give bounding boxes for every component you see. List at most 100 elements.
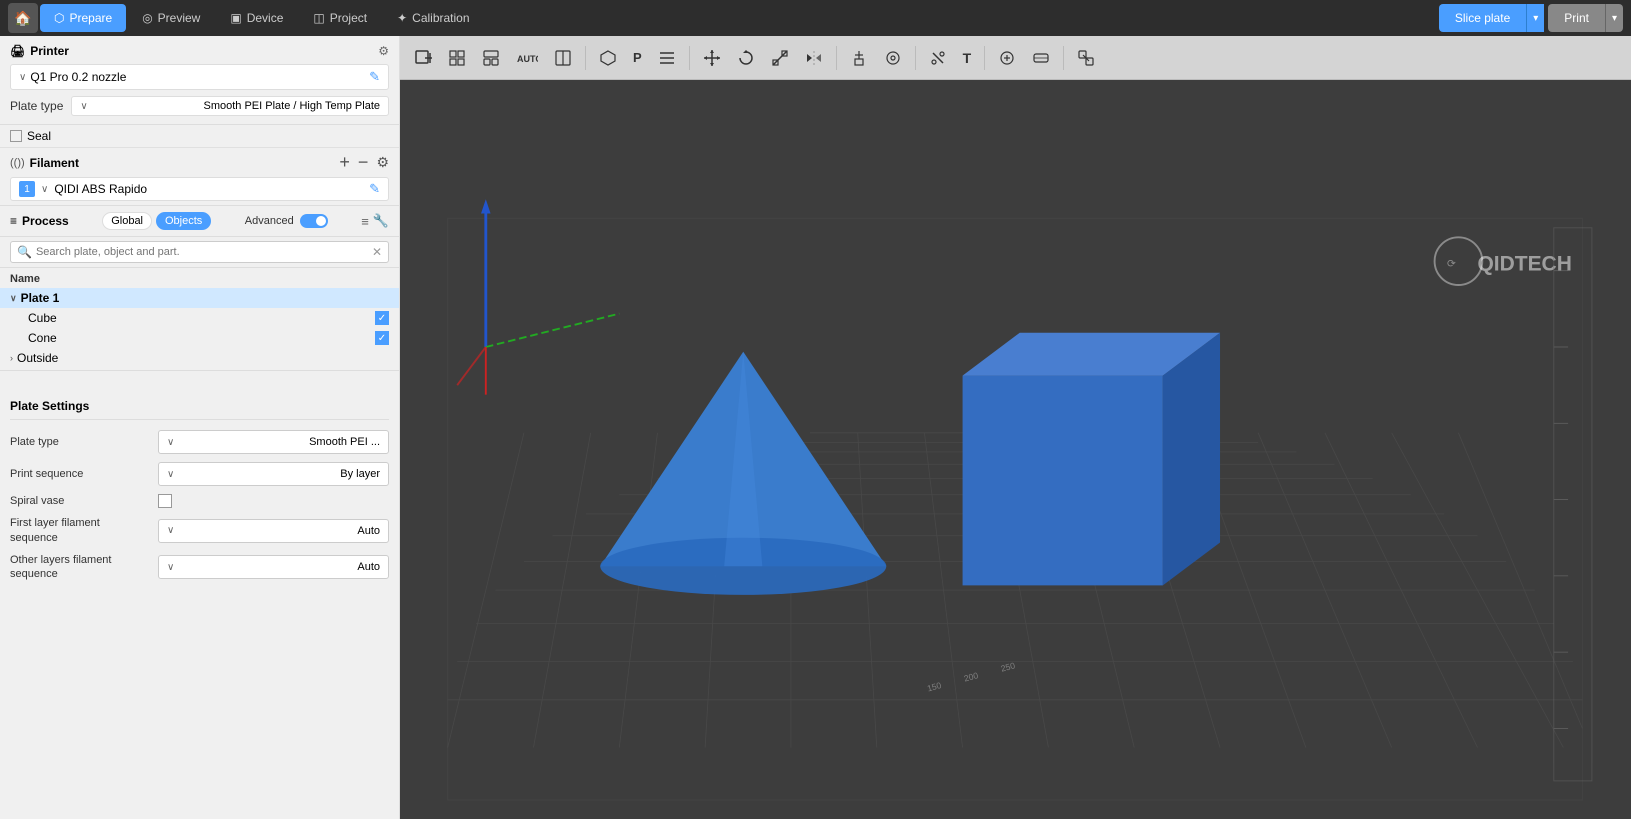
tab-preview[interactable]: ◎ Preview <box>128 4 214 32</box>
slice-plate-dropdown-arrow[interactable]: ▾ <box>1526 4 1544 32</box>
toolbar-cut-button[interactable] <box>923 45 953 71</box>
toolbar-support-button[interactable] <box>844 45 874 71</box>
printer-section: 🖨 Printer ⚙ ∨ Q1 Pro 0.2 nozzle ✎ Plate … <box>0 36 399 125</box>
filament-spool-icon: (()) <box>10 157 25 169</box>
cube-checkbox[interactable]: ✓ <box>375 311 389 325</box>
svg-text:⟳: ⟳ <box>1447 259 1456 270</box>
search-row: 🔍 ✕ <box>0 237 399 268</box>
process-label: Process <box>22 214 69 228</box>
first-layer-dropdown[interactable]: ∨ Auto <box>158 519 389 543</box>
seal-row: Seal <box>0 125 399 148</box>
tab-device-label: Device <box>247 11 284 25</box>
settings-print-sequence-control: ∨ By layer <box>158 462 389 486</box>
printer-settings-icon[interactable]: ⚙ <box>378 44 389 58</box>
print-sequence-dropdown[interactable]: ∨ By layer <box>158 462 389 486</box>
cone-label: Cone <box>28 331 371 345</box>
tree-item-cone[interactable]: Cone ✓ <box>0 328 399 348</box>
filament-add-button[interactable]: + <box>339 152 350 173</box>
search-input[interactable] <box>36 246 368 258</box>
filament-settings-icon[interactable]: ⚙ <box>376 154 389 171</box>
settings-row-print-sequence: Print sequence ∨ By layer <box>10 462 389 486</box>
toolbar-extra2-button[interactable] <box>1026 45 1056 71</box>
tree-item-plate1[interactable]: ∨ Plate 1 <box>0 288 399 308</box>
3d-canvas[interactable]: QIDTECH ⟳ 1 250 200 150 <box>400 80 1631 819</box>
advanced-row: Advanced <box>245 214 328 228</box>
viewport[interactable]: AUTO P <box>400 36 1631 819</box>
process-tab-global[interactable]: Global <box>102 212 152 230</box>
settings-row-plate-type: Plate type ∨ Smooth PEI ... <box>10 430 389 454</box>
search-clear-button[interactable]: ✕ <box>372 245 382 259</box>
settings-plate-type-control: ∨ Smooth PEI ... <box>158 430 389 454</box>
printer-title: 🖨 Printer <box>10 44 69 58</box>
filament-section: (()) Filament + − ⚙ 1 ∨ QIDI ABS Rapido … <box>0 148 399 206</box>
printer-header: 🖨 Printer ⚙ <box>10 44 389 58</box>
settings-other-layers-control: ∨ Auto <box>158 555 389 579</box>
toolbar-lines-button[interactable] <box>652 47 682 69</box>
toolbar-3d-view-button[interactable] <box>593 45 623 71</box>
settings-row-other-layers: Other layers filament sequence ∨ Auto <box>10 553 389 582</box>
plate-type-selector[interactable]: ∨ Smooth PEI Plate / High Temp Plate <box>71 96 389 116</box>
printer-model-selector[interactable]: ∨ Q1 Pro 0.2 nozzle ✎ <box>10 64 389 90</box>
print-sequence-value: By layer <box>340 468 380 480</box>
tab-calibration-label: Calibration <box>412 11 469 25</box>
search-input-wrap: 🔍 ✕ <box>10 241 389 263</box>
toolbar-extra1-button[interactable] <box>992 45 1022 71</box>
tab-project-label: Project <box>330 11 367 25</box>
tab-project[interactable]: ◫ Project <box>299 4 381 32</box>
spiral-vase-checkbox[interactable] <box>158 494 172 508</box>
process-list-icon[interactable]: ≡ <box>361 213 369 229</box>
tree-item-outside[interactable]: › Outside <box>0 348 399 368</box>
tree-name-column: Name <box>10 273 40 285</box>
tab-calibration[interactable]: ✦ Calibration <box>383 4 483 32</box>
other-layers-chevron: ∨ <box>167 562 174 573</box>
print-button[interactable]: Print <box>1548 4 1605 32</box>
tab-prepare-label: Prepare <box>69 11 112 25</box>
toolbar-add-object-button[interactable] <box>408 45 438 71</box>
settings-spiral-vase-control <box>158 494 389 508</box>
process-header: ≡ Process Global Objects Advanced ≡ 🔧 <box>10 212 389 230</box>
other-layers-value: Auto <box>357 561 380 573</box>
prepare-icon: ⬡ <box>54 11 64 25</box>
filament-remove-button[interactable]: − <box>358 152 369 173</box>
toolbar-seam-button[interactable] <box>878 45 908 71</box>
slice-plate-button[interactable]: Slice plate <box>1439 4 1526 32</box>
top-navigation: 🏠 ⬡ Prepare ◎ Preview ▣ Device ◫ Project… <box>0 0 1631 36</box>
toolbar-grid-button[interactable] <box>442 45 472 71</box>
filament-number: 1 <box>19 181 35 197</box>
process-icon: ≡ <box>10 214 17 228</box>
print-dropdown-arrow[interactable]: ▾ <box>1605 4 1623 32</box>
settings-row-spiral-vase: Spiral vase <box>10 494 389 508</box>
toolbar-text-button[interactable]: T <box>957 46 978 70</box>
tree-item-cube[interactable]: Cube ✓ <box>0 308 399 328</box>
process-wrench-icon[interactable]: 🔧 <box>373 213 389 229</box>
toolbar-split-button[interactable] <box>548 45 578 71</box>
3d-scene-svg: QIDTECH ⟳ 1 250 200 150 <box>400 80 1631 819</box>
tab-prepare[interactable]: ⬡ Prepare <box>40 4 126 32</box>
toolbar-layout-button[interactable] <box>476 45 506 71</box>
device-icon: ▣ <box>230 11 241 25</box>
toolbar-sep3 <box>836 46 837 70</box>
filament-title-row: (()) Filament <box>10 156 79 170</box>
other-layers-dropdown[interactable]: ∨ Auto <box>158 555 389 579</box>
toolbar-sep4 <box>915 46 916 70</box>
cube-label: Cube <box>28 311 371 325</box>
tab-device[interactable]: ▣ Device <box>216 4 297 32</box>
toolbar-scale-button[interactable] <box>765 45 795 71</box>
printer-edit-icon[interactable]: ✎ <box>369 69 380 85</box>
home-button[interactable]: 🏠 <box>8 3 38 33</box>
seal-checkbox[interactable] <box>10 130 22 142</box>
toolbar-final-button[interactable] <box>1071 45 1101 71</box>
filament-edit-icon[interactable]: ✎ <box>369 181 380 197</box>
advanced-toggle[interactable] <box>300 214 328 228</box>
toolbar-auto-button[interactable]: AUTO <box>510 45 544 71</box>
cone-checkbox[interactable]: ✓ <box>375 331 389 345</box>
settings-plate-type-label: Plate type <box>10 435 150 449</box>
process-tab-objects[interactable]: Objects <box>156 212 211 230</box>
plate1-chevron: ∨ <box>10 293 17 304</box>
toolbar-rotate-button[interactable] <box>731 45 761 71</box>
filament-item[interactable]: 1 ∨ QIDI ABS Rapido ✎ <box>10 177 389 201</box>
plate-type-dropdown[interactable]: ∨ Smooth PEI ... <box>158 430 389 454</box>
toolbar-p-button[interactable]: P <box>627 46 648 69</box>
toolbar-move-button[interactable] <box>697 45 727 71</box>
toolbar-mirror-button[interactable] <box>799 45 829 71</box>
